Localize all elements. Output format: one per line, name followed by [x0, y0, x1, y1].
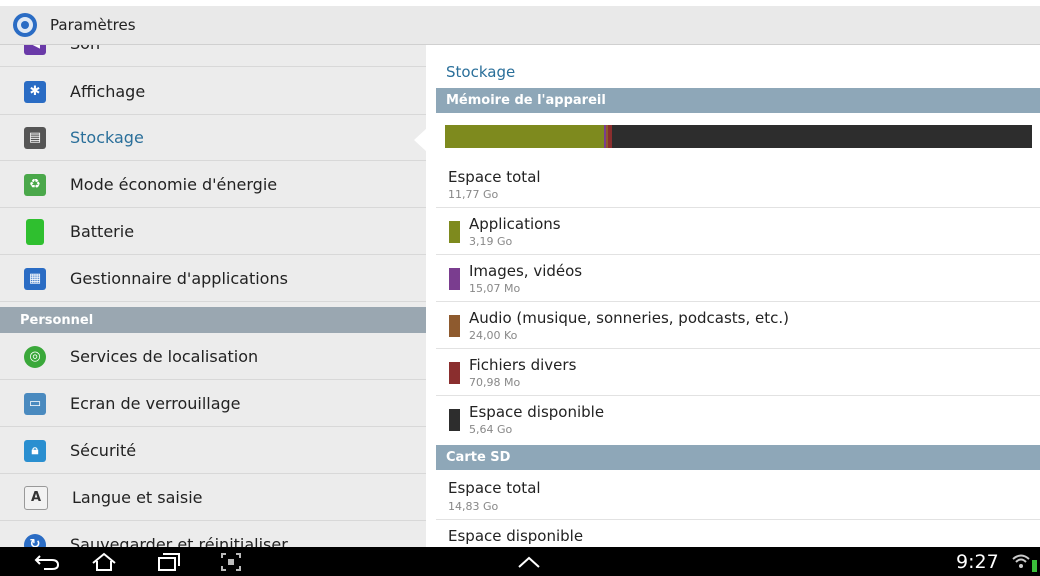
legend-swatch: [449, 221, 460, 243]
legend-swatch: [449, 315, 460, 337]
backup-icon: ↻: [24, 533, 46, 547]
sidebar-item-label: Langue et saisie: [72, 488, 203, 507]
sd-total-value: 14,83 Go: [448, 500, 499, 513]
sidebar-item-localisation[interactable]: ◎ Services de localisation: [0, 334, 426, 380]
power-saving-icon: ♻: [24, 173, 46, 196]
display-icon: ✱: [24, 80, 46, 103]
storage-usage-bar: [445, 125, 1032, 148]
sidebar-item-label: Services de localisation: [70, 347, 259, 366]
location-icon: ◎: [24, 345, 46, 368]
category-label: Audio (musique, sonneries, podcasts, etc…: [469, 309, 789, 327]
status-clock: 9:27: [956, 551, 999, 573]
category-value: 3,19 Go: [469, 235, 513, 248]
legend-swatch: [449, 268, 460, 290]
total-space-label: Espace total: [448, 168, 541, 186]
category-label: Applications: [469, 215, 561, 233]
category-value: 15,07 Mo: [469, 282, 521, 295]
total-space-value: 11,77 Go: [448, 188, 499, 201]
sidebar-item-langue[interactable]: A Langue et saisie: [0, 475, 426, 521]
up-chevron-icon[interactable]: [516, 555, 542, 569]
sidebar-item-label: Stockage: [70, 128, 144, 147]
category-row-images[interactable]: Images, vidéos 15,07 Mo: [436, 255, 1040, 302]
sidebar-item-mode-economie[interactable]: ♻ Mode économie d'énergie: [0, 162, 426, 208]
category-value: 70,98 Mo: [469, 376, 521, 389]
settings-app-icon[interactable]: [12, 12, 38, 38]
sd-total-label: Espace total: [448, 479, 541, 497]
category-row-applications[interactable]: Applications 3,19 Go: [436, 208, 1040, 255]
system-nav-bar: [0, 547, 1040, 576]
app-title: Paramètres: [50, 16, 136, 34]
sidebar-item-sauvegarder[interactable]: ↻ Sauvegarder et réinitialiser: [0, 522, 426, 547]
page-title: Stockage: [446, 63, 516, 81]
sidebar-item-son[interactable]: ◀ Son: [0, 45, 426, 67]
wifi-icon: [1012, 554, 1037, 572]
sidebar-item-label: Gestionnaire d'applications: [70, 269, 288, 288]
sidebar-item-batterie[interactable]: Batterie: [0, 209, 426, 255]
sound-icon: ◀: [24, 45, 46, 55]
section-device-memory: Mémoire de l'appareil: [436, 88, 1040, 113]
sd-free-space-row[interactable]: Espace disponible: [436, 520, 1040, 547]
app-manager-icon: ▦: [24, 267, 46, 290]
section-sd-card: Carte SD: [436, 445, 1040, 470]
category-label: Espace disponible: [469, 403, 605, 421]
category-value: 24,00 Ko: [469, 329, 518, 342]
sidebar-item-label: Affichage: [70, 82, 146, 101]
legend-swatch: [449, 362, 460, 384]
sidebar-item-verrouillage[interactable]: ▭ Ecran de verrouillage: [0, 381, 426, 427]
total-space-row[interactable]: Espace total 11,77 Go: [436, 160, 1040, 208]
category-label: Fichiers divers: [469, 356, 577, 374]
sd-free-label: Espace disponible: [448, 527, 584, 545]
category-row-fichiers[interactable]: Fichiers divers 70,98 Mo: [436, 349, 1040, 396]
lock-screen-icon: ▭: [24, 392, 46, 415]
sidebar-item-label: Sécurité: [70, 441, 137, 460]
keyboard-icon: A: [24, 485, 48, 510]
usage-segment-0: [445, 125, 604, 148]
sidebar-item-label: Sauvegarder et réinitialiser: [70, 535, 288, 547]
storage-icon: ▤: [24, 126, 46, 149]
sidebar-item-label: Son: [70, 45, 100, 53]
sd-total-space-row[interactable]: Espace total 14,83 Go: [436, 470, 1040, 520]
section-personnel: Personnel: [0, 307, 426, 333]
sidebar-item-stockage[interactable]: ▤ Stockage: [0, 115, 426, 161]
back-icon[interactable]: [34, 553, 60, 571]
sidebar-item-affichage[interactable]: ✱ Affichage: [0, 69, 426, 115]
category-label: Images, vidéos: [469, 262, 583, 280]
security-lock-icon: 🔒︎: [24, 439, 46, 462]
sidebar-item-label: Mode économie d'énergie: [70, 175, 278, 194]
legend-swatch: [449, 409, 460, 431]
action-bar: Paramètres: [0, 6, 1040, 45]
usage-segment-4: [612, 125, 1032, 148]
battery-icon: [26, 218, 44, 245]
sidebar-item-securite[interactable]: 🔒︎ Sécurité: [0, 428, 426, 474]
sidebar-item-gestionnaire[interactable]: ▦ Gestionnaire d'applications: [0, 256, 426, 302]
screenshot-icon[interactable]: [220, 552, 242, 572]
category-row-audio[interactable]: Audio (musique, sonneries, podcasts, etc…: [436, 302, 1040, 349]
sidebar-item-label: Batterie: [70, 222, 135, 241]
storage-detail-pane: Stockage Mémoire de l'appareil Espace to…: [426, 45, 1040, 547]
settings-sidebar: ◀ Son ✱ Affichage ▤ Stockage ♻ Mode écon…: [0, 45, 426, 547]
recent-apps-icon[interactable]: [156, 552, 182, 572]
category-value: 5,64 Go: [469, 423, 513, 436]
category-row-disponible[interactable]: Espace disponible 5,64 Go: [436, 396, 1040, 443]
home-icon[interactable]: [90, 552, 118, 572]
sidebar-item-label: Ecran de verrouillage: [70, 394, 241, 413]
